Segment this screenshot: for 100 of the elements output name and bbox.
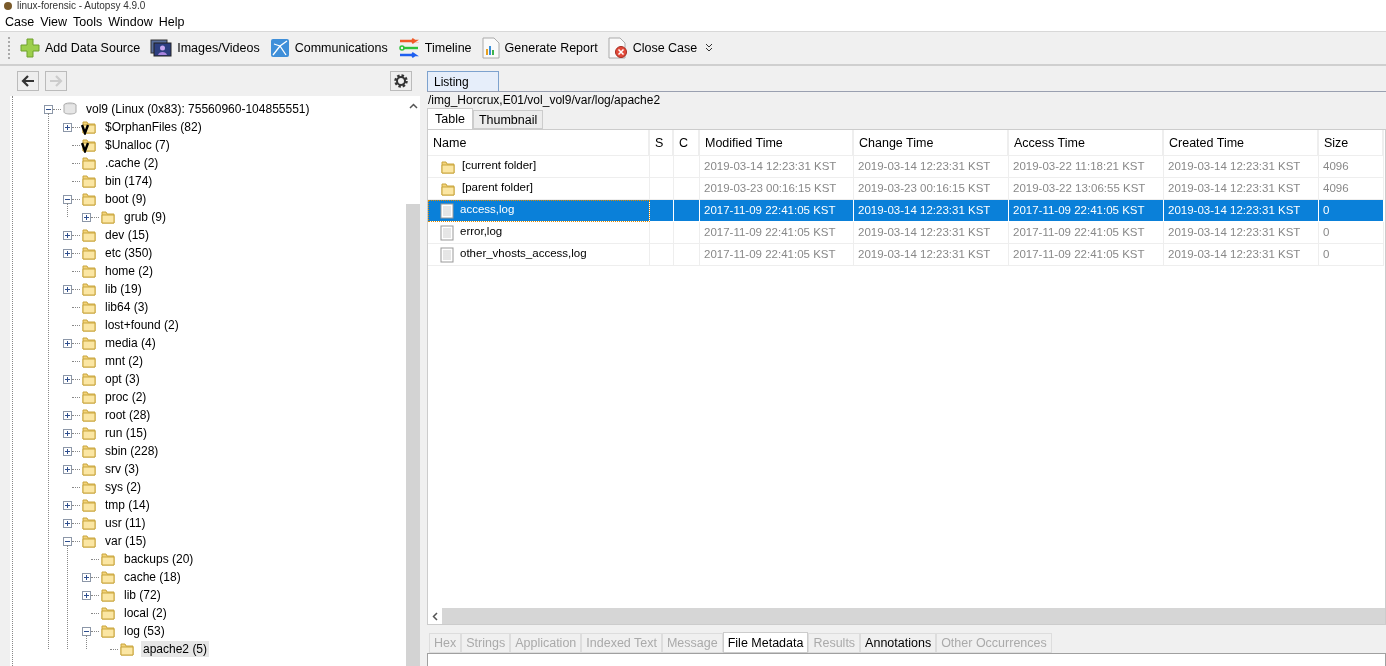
tree-item[interactable]: .cache (2) [103,155,161,171]
tree-item[interactable]: cache (18) [122,569,183,585]
content-tab[interactable]: Annotations [860,633,937,653]
table-row[interactable]: error,log 2017-11-09 22:41:05 KST 2019-03-14 12:23:31 KST 2017-11-09 22:41:05 KST 2019-03-14 12:23:31 KST 0 [428,222,1385,244]
column-header[interactable]: S [650,130,674,156]
column-header[interactable]: C [674,130,700,156]
tree-item[interactable]: run (15) [103,425,150,441]
tree-item[interactable]: $OrphanFiles (82) [103,119,204,135]
tree-item[interactable]: vol9 (Linux (0x83): 75560960-104855551) [84,101,312,117]
expand-icon[interactable] [63,122,72,132]
expand-icon[interactable] [63,230,72,240]
content-tab[interactable]: File Metadata [722,632,809,653]
expand-icon[interactable] [82,590,91,600]
tree-item[interactable]: var (15) [103,533,149,549]
expand-icon[interactable] [63,374,72,384]
column-header[interactable]: Name [428,130,650,156]
tree-item[interactable]: lost+found (2) [103,317,181,333]
expand-icon[interactable] [63,410,72,420]
tree-item[interactable]: dev (15) [103,227,152,243]
file-name: error,log [460,225,503,239]
folder-icon [100,623,116,639]
tree-item[interactable]: opt (3) [103,371,142,387]
folder-icon [81,353,97,369]
folder-icon [81,317,97,333]
tree-item[interactable]: tmp (14) [103,497,152,513]
tree-item[interactable]: root (28) [103,407,153,423]
column-header[interactable]: Created Time [1164,130,1319,156]
tree-item[interactable]: grub (9) [122,209,169,225]
scroll-up-icon[interactable] [408,103,418,109]
tree-item[interactable]: sys (2) [103,479,143,495]
tree-item[interactable]: etc (350) [103,245,155,261]
expand-icon[interactable] [63,464,72,474]
view-tab[interactable]: Thumbnail [472,110,544,129]
table-cell-text: 2019-03-14 12:23:31 KST [1168,182,1301,196]
scroll-left-icon[interactable] [432,611,438,621]
folder-icon [81,173,97,189]
tree-item[interactable]: lib (72) [122,587,163,603]
tree-item[interactable]: srv (3) [103,461,141,477]
tree-item[interactable]: $Unalloc (7) [103,137,172,153]
plus-icon [20,38,40,58]
expand-icon[interactable] [63,446,72,456]
more-icon[interactable] [705,43,714,53]
tree-item[interactable]: apache2 (5) [141,641,210,657]
listing-tab[interactable]: Listing [427,71,499,91]
expand-icon[interactable] [82,212,91,222]
column-header[interactable]: Change Time [854,130,1009,156]
table-cell-text: 2017-11-09 22:41:05 KST [1013,204,1145,218]
tree-item[interactable]: bin (174) [103,173,155,189]
menu-item[interactable]: Tools [70,14,106,29]
collapse-icon[interactable] [63,536,72,546]
toolbar-button[interactable]: Add Data Source [18,36,143,60]
table-row[interactable]: access,log 2017-11-09 22:41:05 KST 2019-03-14 12:23:31 KST 2017-11-09 22:41:05 KST 2019-03-14 12:23:31 KST 0 [428,200,1385,222]
tree-item[interactable]: home (2) [103,263,156,279]
menu-item[interactable]: Case [2,14,38,29]
scrollbar-thumb[interactable] [406,204,420,666]
toolbar-button[interactable]: Communications [267,36,390,60]
expand-icon[interactable] [63,428,72,438]
folder-icon [100,587,116,603]
menu-item[interactable]: View [37,14,71,29]
table-cell-text: 2017-11-09 22:41:05 KST [704,204,836,218]
folder-icon [100,605,116,621]
table-row[interactable]: [current folder] 2019-03-14 12:23:31 KST 2019-03-14 12:23:31 KST 2019-03-22 11:18:21 KST 2019-03-14 12:23:31 KST 4096 [428,156,1385,178]
tree-item[interactable]: mnt (2) [103,353,145,369]
tree-item[interactable]: lib (19) [103,281,144,297]
collapse-icon[interactable] [82,626,91,636]
tree-item[interactable]: usr (11) [103,515,148,531]
tree-item[interactable]: media (4) [103,335,158,351]
tree-item[interactable]: backups (20) [122,551,196,567]
tree-item[interactable]: sbin (228) [103,443,161,459]
tree-item[interactable]: boot (9) [103,191,149,207]
expand-icon[interactable] [63,500,72,510]
tree-item[interactable]: log (53) [122,623,167,639]
view-tab[interactable]: Table [427,108,473,129]
column-header[interactable]: Access Time [1009,130,1164,156]
expand-icon[interactable] [63,338,72,348]
back-button[interactable] [17,71,39,91]
settings-button[interactable] [390,71,412,91]
collapse-icon[interactable] [63,194,72,204]
toolbar-button[interactable]: Generate Report [479,35,600,61]
folder-icon [81,281,97,297]
expand-icon[interactable] [63,284,72,294]
menu-item[interactable]: Help [155,14,188,29]
table-cell-text: 2019-03-14 12:23:31 KST [858,160,991,174]
table-row[interactable]: other_vhosts_access,log 2017-11-09 22:41:05 KST 2019-03-14 12:23:31 KST 2017-11-09 22:41:05 KST 2019-03-14 12:23:31 KST 0 [428,244,1385,266]
expand-icon[interactable] [63,248,72,258]
collapse-icon[interactable] [44,104,53,114]
toolbar-button[interactable]: Images/Videos [148,36,262,60]
toolbar-button[interactable]: Timeline [395,36,474,60]
expand-icon[interactable] [63,518,72,528]
tree-item[interactable]: local (2) [122,605,169,621]
menu-item[interactable]: Window [105,14,156,29]
table-cell-text: 4096 [1323,182,1349,196]
column-header[interactable]: Modified Time [700,130,854,156]
folder-icon [81,533,97,549]
toolbar-button[interactable]: Close Case [605,35,700,61]
column-header[interactable]: Size [1319,130,1384,156]
folder-icon [81,335,97,351]
tree-item[interactable]: proc (2) [103,389,149,405]
expand-icon[interactable] [82,572,91,582]
tree-item[interactable]: lib64 (3) [103,299,151,315]
